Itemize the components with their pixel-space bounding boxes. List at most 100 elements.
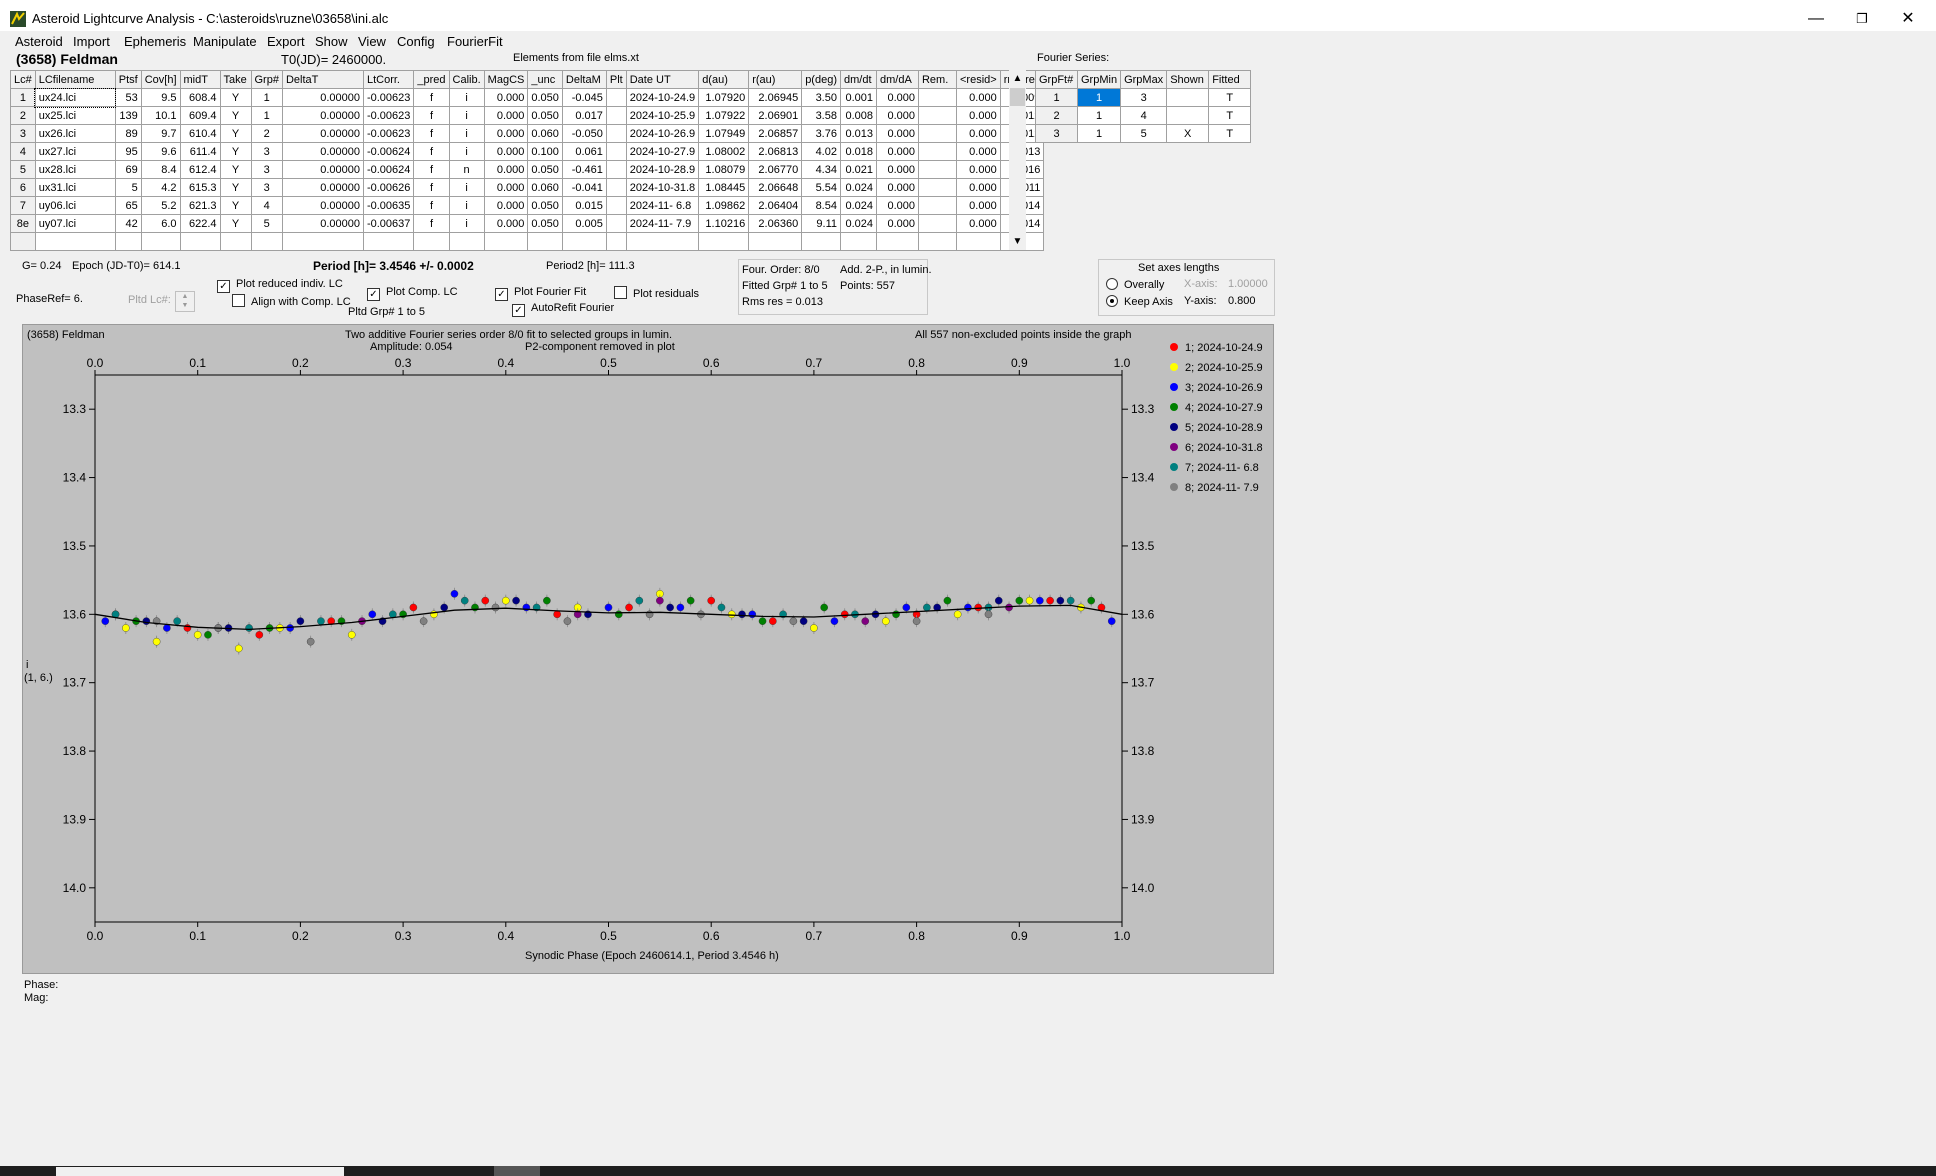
data-point bbox=[994, 596, 1003, 605]
data-point bbox=[923, 603, 931, 612]
legend-item: 3; 2024-10-26.9 bbox=[1170, 378, 1263, 398]
data-point bbox=[563, 617, 572, 625]
data-point bbox=[419, 617, 428, 625]
y-tick-label-left: 13.6 bbox=[63, 607, 87, 621]
data-point bbox=[491, 603, 500, 612]
legend-item: 8; 2024-11- 7.9 bbox=[1170, 478, 1263, 498]
data-point bbox=[840, 610, 849, 619]
data-point bbox=[450, 590, 459, 598]
data-point bbox=[717, 603, 726, 612]
data-point bbox=[255, 631, 264, 639]
y-tick-label-right: 13.7 bbox=[1131, 676, 1155, 690]
x-tick-label-top: 0.7 bbox=[806, 356, 823, 370]
data-point bbox=[543, 596, 551, 605]
data-point bbox=[101, 617, 110, 625]
x-tick-label-bottom: 0.8 bbox=[908, 929, 925, 943]
data-point bbox=[881, 617, 890, 625]
legend-item: 4; 2024-10-27.9 bbox=[1170, 398, 1263, 418]
data-point bbox=[820, 603, 828, 612]
legend-marker bbox=[1170, 343, 1178, 351]
y-tick-label-right: 13.4 bbox=[1131, 471, 1155, 485]
data-point bbox=[953, 610, 962, 619]
y-tick-label-right: 13.6 bbox=[1131, 607, 1155, 621]
data-point bbox=[286, 624, 294, 632]
legend-marker bbox=[1170, 443, 1178, 451]
legend-item: 2; 2024-10-25.9 bbox=[1170, 358, 1263, 378]
data-point bbox=[142, 617, 151, 625]
data-point bbox=[1056, 596, 1065, 605]
x-tick-label-bottom: 1.0 bbox=[1114, 929, 1131, 943]
legend-label: 8; 2024-11- 7.9 bbox=[1185, 482, 1259, 494]
legend-label: 2; 2024-10-25.9 bbox=[1185, 362, 1263, 374]
legend-label: 3; 2024-10-26.9 bbox=[1185, 382, 1263, 394]
x-tick-label-top: 0.9 bbox=[1011, 356, 1028, 370]
data-point bbox=[1046, 596, 1054, 605]
data-point bbox=[1005, 603, 1013, 612]
x-tick-label-bottom: 0.7 bbox=[806, 929, 823, 943]
x-tick-label-bottom: 0.6 bbox=[703, 929, 720, 943]
legend-marker bbox=[1170, 363, 1178, 371]
data-point bbox=[163, 624, 171, 632]
legend-label: 5; 2024-10-28.9 bbox=[1185, 422, 1263, 434]
data-point bbox=[122, 624, 130, 632]
data-point bbox=[656, 596, 664, 605]
data-point bbox=[173, 617, 181, 625]
chart-legend: 1; 2024-10-24.9 2; 2024-10-25.9 3; 2024-10… bbox=[1170, 338, 1263, 498]
data-point bbox=[1066, 596, 1075, 605]
y-tick-label-right: 13.5 bbox=[1131, 539, 1155, 553]
data-point bbox=[892, 610, 900, 619]
x-tick-label-bottom: 0.1 bbox=[189, 929, 206, 943]
y-tick-label-left: 13.9 bbox=[63, 812, 87, 826]
data-point bbox=[625, 603, 633, 612]
legend-item: 5; 2024-10-28.9 bbox=[1170, 418, 1263, 438]
data-point bbox=[234, 644, 243, 653]
taskbar-app[interactable] bbox=[494, 1166, 540, 1176]
data-point bbox=[686, 596, 695, 605]
data-point bbox=[799, 617, 808, 625]
data-point bbox=[460, 596, 469, 605]
data-point bbox=[440, 603, 448, 612]
phase-readout: Phase: bbox=[24, 979, 59, 991]
data-point bbox=[943, 596, 952, 605]
data-point bbox=[512, 596, 520, 605]
data-point bbox=[830, 617, 839, 625]
data-point bbox=[789, 617, 798, 625]
legend-marker bbox=[1170, 403, 1178, 411]
data-point bbox=[861, 617, 870, 625]
y-tick-label-right: 13.3 bbox=[1131, 402, 1155, 416]
data-point bbox=[902, 603, 911, 612]
x-tick-label-bottom: 0.5 bbox=[600, 929, 617, 943]
data-point bbox=[1107, 617, 1116, 625]
y-tick-label-right: 14.0 bbox=[1131, 881, 1155, 895]
data-point bbox=[1036, 596, 1044, 605]
x-tick-label-top: 0.3 bbox=[395, 356, 412, 370]
data-point bbox=[1087, 596, 1095, 605]
data-point bbox=[727, 610, 736, 619]
taskbar-search-box[interactable] bbox=[56, 1167, 344, 1176]
data-point bbox=[810, 624, 818, 632]
y-tick-label-left: 14.0 bbox=[63, 881, 87, 895]
data-point bbox=[748, 610, 757, 619]
y-tick-label-left: 13.4 bbox=[63, 471, 87, 485]
x-tick-label-bottom: 0.9 bbox=[1011, 929, 1028, 943]
data-point bbox=[604, 603, 613, 612]
x-tick-label-top: 0.0 bbox=[87, 356, 104, 370]
y-tick-label-right: 13.9 bbox=[1131, 812, 1155, 826]
data-point bbox=[1015, 596, 1024, 605]
y-tick-label-left: 13.3 bbox=[63, 402, 87, 416]
x-tick-label-top: 0.8 bbox=[908, 356, 925, 370]
legend-marker bbox=[1170, 383, 1178, 391]
data-point bbox=[676, 603, 685, 612]
data-point bbox=[1025, 596, 1034, 605]
data-point bbox=[296, 617, 305, 625]
x-tick-label-bottom: 0.4 bbox=[497, 929, 514, 943]
legend-label: 6; 2024-10-31.8 bbox=[1185, 442, 1263, 454]
x-tick-label-top: 0.4 bbox=[497, 356, 514, 370]
data-point bbox=[984, 610, 993, 619]
y-tick-label-left: 13.7 bbox=[63, 676, 87, 690]
y-tick-label-left: 13.5 bbox=[63, 539, 87, 553]
legend-marker bbox=[1170, 463, 1178, 471]
legend-item: 6; 2024-10-31.8 bbox=[1170, 438, 1263, 458]
legend-item: 7; 2024-11- 6.8 bbox=[1170, 458, 1263, 478]
data-point bbox=[501, 596, 510, 605]
